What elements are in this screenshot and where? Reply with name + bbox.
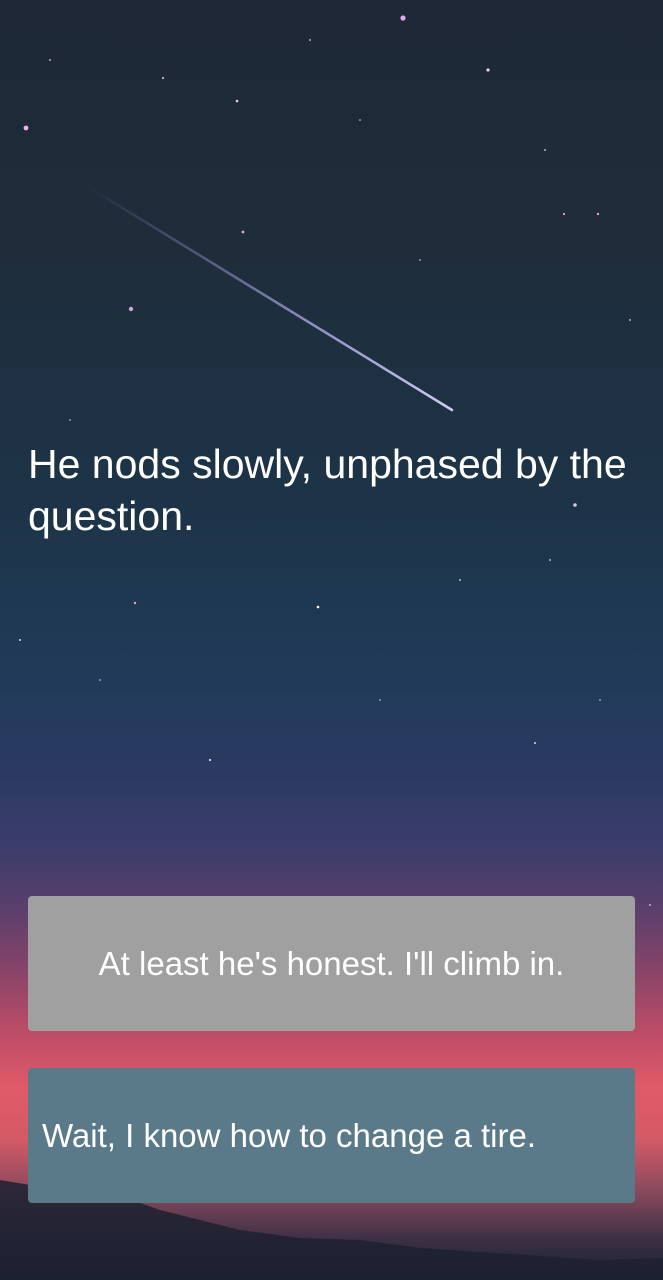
choice-label: At least he's honest. I'll climb in.: [98, 944, 565, 982]
shooting-star: [83, 183, 454, 412]
choice-label: Wait, I know how to change a tire.: [42, 1116, 537, 1154]
choice-button-1[interactable]: At least he's honest. I'll climb in.: [28, 896, 635, 1031]
choice-button-2[interactable]: Wait, I know how to change a tire.: [28, 1068, 635, 1203]
story-narration: He nods slowly, unphased by the question…: [28, 441, 627, 539]
